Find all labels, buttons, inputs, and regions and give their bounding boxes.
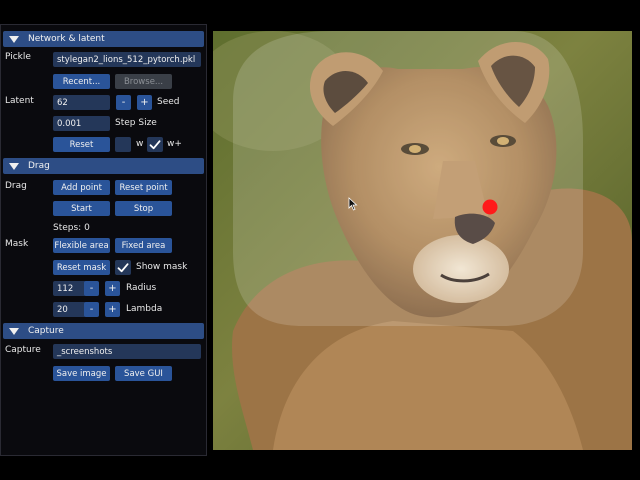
reset-mask-button[interactable]: Reset mask (53, 260, 110, 275)
lambda-increment-button[interactable]: + (105, 302, 120, 317)
radius-decrement-button[interactable]: - (84, 281, 99, 296)
collapse-triangle-icon (9, 35, 19, 43)
section-title: Capture (28, 326, 64, 336)
section-title: Drag (28, 161, 50, 171)
collapse-triangle-icon (9, 327, 19, 335)
section-network-latent-header[interactable]: Network & latent (3, 31, 204, 47)
drag-point[interactable] (482, 199, 498, 215)
show-mask-checkbox[interactable] (115, 260, 131, 275)
radius-label: Radius (126, 283, 157, 293)
checkmark-icon (117, 262, 129, 272)
section-title: Network & latent (28, 34, 105, 44)
radius-increment-button[interactable]: + (105, 281, 120, 296)
lion-photo (213, 31, 632, 450)
control-panel: Network & latent Pickle stylegan2_lions_… (0, 24, 207, 456)
step-size-input[interactable]: 0.001 (53, 116, 110, 131)
show-mask-label: Show mask (136, 262, 188, 272)
lambda-input[interactable]: 20 (53, 302, 86, 317)
seed-increment-button[interactable]: + (137, 95, 152, 110)
section-capture-header[interactable]: Capture (3, 323, 204, 339)
step-size-label: Step Size (115, 118, 157, 128)
seed-decrement-button[interactable]: - (116, 95, 131, 110)
steps-counter: Steps: 0 (53, 223, 90, 233)
reset-point-button[interactable]: Reset point (115, 180, 172, 195)
wplus-label: w+ (167, 139, 182, 149)
fixed-area-button[interactable]: Fixed area (115, 238, 172, 253)
flexible-area-button[interactable]: Flexible area (53, 238, 110, 253)
mask-label: Mask (5, 239, 29, 249)
save-image-button[interactable]: Save image (53, 366, 110, 381)
w-label: w (136, 139, 144, 149)
wplus-checkbox[interactable] (147, 137, 163, 152)
save-gui-button[interactable]: Save GUI (115, 366, 172, 381)
reset-latent-button[interactable]: Reset (53, 137, 110, 152)
seed-label: Seed (157, 97, 180, 107)
browse-button[interactable]: Browse... (115, 74, 172, 89)
lambda-decrement-button[interactable]: - (84, 302, 99, 317)
collapse-triangle-icon (9, 162, 19, 170)
add-point-button[interactable]: Add point (53, 180, 110, 195)
w-checkbox[interactable] (115, 137, 131, 152)
lambda-label: Lambda (126, 304, 163, 314)
drag-label: Drag (5, 181, 27, 191)
radius-input[interactable]: 112 (53, 281, 86, 296)
pickle-label: Pickle (5, 52, 31, 62)
section-drag-header[interactable]: Drag (3, 158, 204, 174)
image-canvas[interactable] (213, 31, 632, 450)
stop-button[interactable]: Stop (115, 201, 172, 216)
start-button[interactable]: Start (53, 201, 110, 216)
seed-input[interactable]: 62 (53, 95, 110, 110)
capture-path-input[interactable]: _screenshots (53, 344, 201, 359)
checkmark-icon (149, 139, 161, 149)
pickle-path-input[interactable]: stylegan2_lions_512_pytorch.pkl (53, 52, 201, 67)
latent-label: Latent (5, 96, 34, 106)
recent-button[interactable]: Recent... (53, 74, 110, 89)
mouse-cursor-icon (348, 197, 358, 211)
capture-label: Capture (5, 345, 41, 355)
